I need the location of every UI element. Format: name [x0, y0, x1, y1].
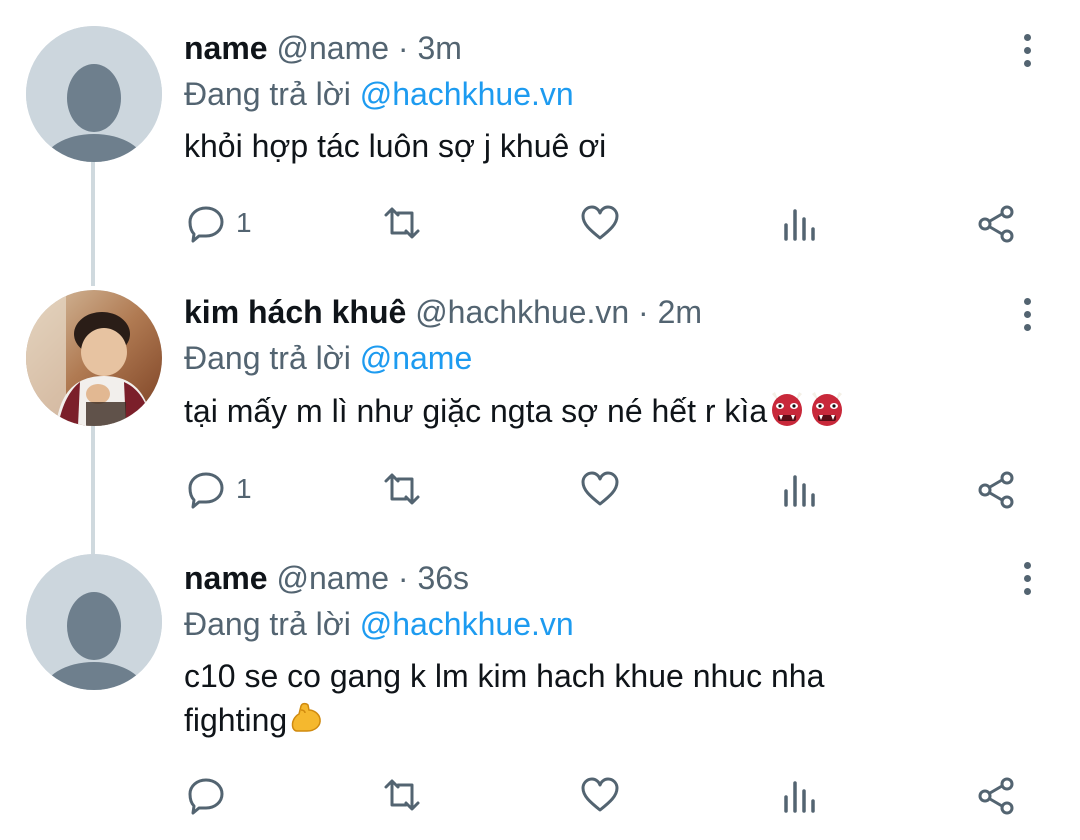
retweet-button[interactable]: [380, 464, 424, 514]
like-button[interactable]: [580, 464, 620, 514]
separator-dot: ·: [397, 30, 409, 66]
reply-button[interactable]: 1: [186, 198, 252, 248]
retweet-icon: [384, 207, 420, 239]
timestamp[interactable]: 36s: [417, 560, 469, 596]
tweet-text-line: fighting: [184, 698, 1060, 747]
share-button[interactable]: [976, 770, 1016, 820]
default-avatar-icon[interactable]: [26, 554, 162, 690]
tweet-header: name @name · 36s: [184, 558, 1060, 598]
analytics-icon: [784, 209, 815, 241]
replying-to: Đang trả lời @name: [184, 338, 1060, 378]
analytics-icon: [784, 475, 815, 507]
default-avatar-icon[interactable]: [26, 26, 162, 162]
mention-link[interactable]: @hachkhue.vn: [360, 76, 574, 112]
more-options-button[interactable]: [1020, 562, 1034, 601]
author-name[interactable]: kim hách khuê: [184, 294, 406, 330]
separator-dot: ·: [397, 560, 409, 596]
heart-icon: [581, 205, 619, 240]
replying-to: Đang trả lời @hachkhue.vn: [184, 604, 1060, 644]
reply-icon: [188, 472, 224, 509]
replying-to-label: Đang trả lời: [184, 76, 351, 112]
mention-link[interactable]: @hachkhue.vn: [360, 606, 574, 642]
replying-to-label: Đang trả lời: [184, 606, 351, 642]
share-icon: [978, 471, 1014, 509]
ogre-emoji-icon: [807, 388, 847, 439]
more-options-button[interactable]: [1020, 298, 1034, 337]
share-button[interactable]: [976, 464, 1016, 514]
retweet-button[interactable]: [380, 198, 424, 248]
retweet-icon: [384, 473, 420, 505]
tweet-text-body: tại mấy m lì như giặc ngta sợ né hết r k…: [184, 392, 768, 429]
author-handle[interactable]: @hachkhue.vn: [415, 294, 629, 330]
tweet[interactable]: kim hách khuê @hachkhue.vn · 2m Đang trả…: [0, 280, 1080, 548]
mention-link[interactable]: @name: [360, 340, 473, 376]
reply-count: 1: [236, 473, 252, 504]
retweet-icon: [384, 779, 420, 811]
timestamp[interactable]: 3m: [417, 30, 461, 66]
author-handle[interactable]: @name: [276, 30, 389, 66]
share-icon: [978, 205, 1014, 243]
author-handle[interactable]: @name: [276, 560, 389, 596]
tweet-actions: 1: [184, 464, 1044, 514]
retweet-button[interactable]: [380, 770, 424, 820]
separator-dot: ·: [638, 294, 649, 330]
replying-to-label: Đang trả lời: [184, 340, 351, 376]
share-icon: [978, 777, 1014, 815]
tweet-actions: [184, 770, 1044, 820]
tweet-text: c10 se co gang k lm kim hach khue nhuc n…: [184, 654, 1060, 747]
tweet[interactable]: name @name · 3m Đang trả lời @hachkhue.v…: [0, 0, 1080, 280]
reply-button[interactable]: [186, 770, 236, 820]
reply-icon: [188, 206, 224, 243]
like-button[interactable]: [580, 770, 620, 820]
tweet[interactable]: name @name · 36s Đang trả lời @hachkhue.…: [0, 548, 1080, 840]
analytics-button[interactable]: [778, 198, 818, 248]
author-name[interactable]: name: [184, 30, 268, 66]
timestamp[interactable]: 2m: [658, 294, 702, 330]
reply-button[interactable]: 1: [186, 464, 252, 514]
tweet-header: kim hách khuê @hachkhue.vn · 2m: [184, 292, 1060, 332]
analytics-button[interactable]: [778, 464, 818, 514]
reply-count: 1: [236, 207, 252, 238]
tweet-text: khỏi hợp tác luôn sợ j khuê ơi: [184, 128, 607, 164]
replying-to: Đang trả lời @hachkhue.vn: [184, 74, 1060, 114]
more-options-button[interactable]: [1020, 34, 1034, 73]
analytics-button[interactable]: [778, 770, 818, 820]
flexed-biceps-emoji-icon: [287, 698, 325, 747]
tweet-actions: 1: [184, 198, 1044, 248]
tweet-text: tại mấy m lì như giặc ngta sợ né hết r k…: [184, 388, 1060, 439]
like-button[interactable]: [580, 198, 620, 248]
tweet-text-word: fighting: [184, 702, 288, 738]
heart-icon: [581, 471, 619, 506]
child-photo-avatar[interactable]: [26, 290, 162, 426]
ogre-emoji-icon: [767, 388, 807, 439]
tweet-header: name @name · 3m: [184, 28, 1060, 68]
share-button[interactable]: [976, 198, 1016, 248]
reply-icon: [188, 778, 224, 815]
analytics-icon: [784, 781, 815, 813]
author-name[interactable]: name: [184, 560, 268, 596]
tweet-text-line: c10 se co gang k lm kim hach khue nhuc n…: [184, 658, 825, 694]
heart-icon: [581, 777, 619, 812]
